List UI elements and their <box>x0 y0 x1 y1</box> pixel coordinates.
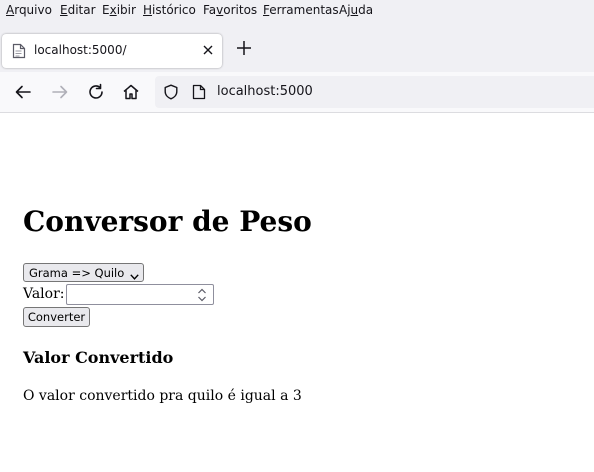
value-label: Valor: <box>23 286 65 302</box>
page-icon <box>12 43 26 59</box>
plus-icon[interactable] <box>234 38 254 58</box>
navigation-bar: localhost:5000 <box>0 72 594 113</box>
convert-button[interactable]: Converter <box>23 307 90 327</box>
page-title: Conversor de Peso <box>23 205 312 238</box>
menu-ferramentas[interactable]: Ferramentas <box>263 3 339 17</box>
tab-localhost[interactable]: localhost:5000/ <box>2 34 222 68</box>
close-icon[interactable] <box>200 42 216 58</box>
result-text: O valor convertido pra quilo é igual a 3 <box>23 388 302 404</box>
arrow-left-icon[interactable] <box>14 83 32 101</box>
page-icon[interactable] <box>192 84 206 100</box>
arrow-right-icon[interactable] <box>51 83 69 101</box>
tab-strip: localhost:5000/ <box>0 22 594 72</box>
address-bar[interactable]: localhost:5000 <box>155 76 594 108</box>
chevron-down-icon <box>130 269 139 280</box>
menu-favoritos[interactable]: Favoritos <box>203 3 257 17</box>
home-icon[interactable] <box>122 83 140 101</box>
page-content: Conversor de Peso Grama => Quilo Valor: … <box>0 113 594 472</box>
reload-icon[interactable] <box>87 83 105 101</box>
menu-editar[interactable]: Editar <box>60 3 96 17</box>
menu-historico[interactable]: Histórico <box>143 3 196 17</box>
value-input[interactable] <box>66 284 214 305</box>
menu-bar: Arquivo Editar Exibir Histórico Favorito… <box>0 0 594 22</box>
menu-ajuda[interactable]: Ajuda <box>339 3 373 17</box>
menu-exibir[interactable]: Exibir <box>102 3 136 17</box>
tab-title: localhost:5000/ <box>34 43 127 57</box>
conversion-select[interactable]: Grama => Quilo <box>23 263 144 282</box>
shield-icon[interactable] <box>163 84 179 100</box>
result-heading: Valor Convertido <box>23 348 174 367</box>
menu-arquivo[interactable]: Arquivo <box>6 3 52 17</box>
stepper-icon[interactable] <box>197 287 207 303</box>
conversion-select-value: Grama => Quilo <box>29 266 125 280</box>
url-text[interactable]: localhost:5000 <box>217 84 313 99</box>
